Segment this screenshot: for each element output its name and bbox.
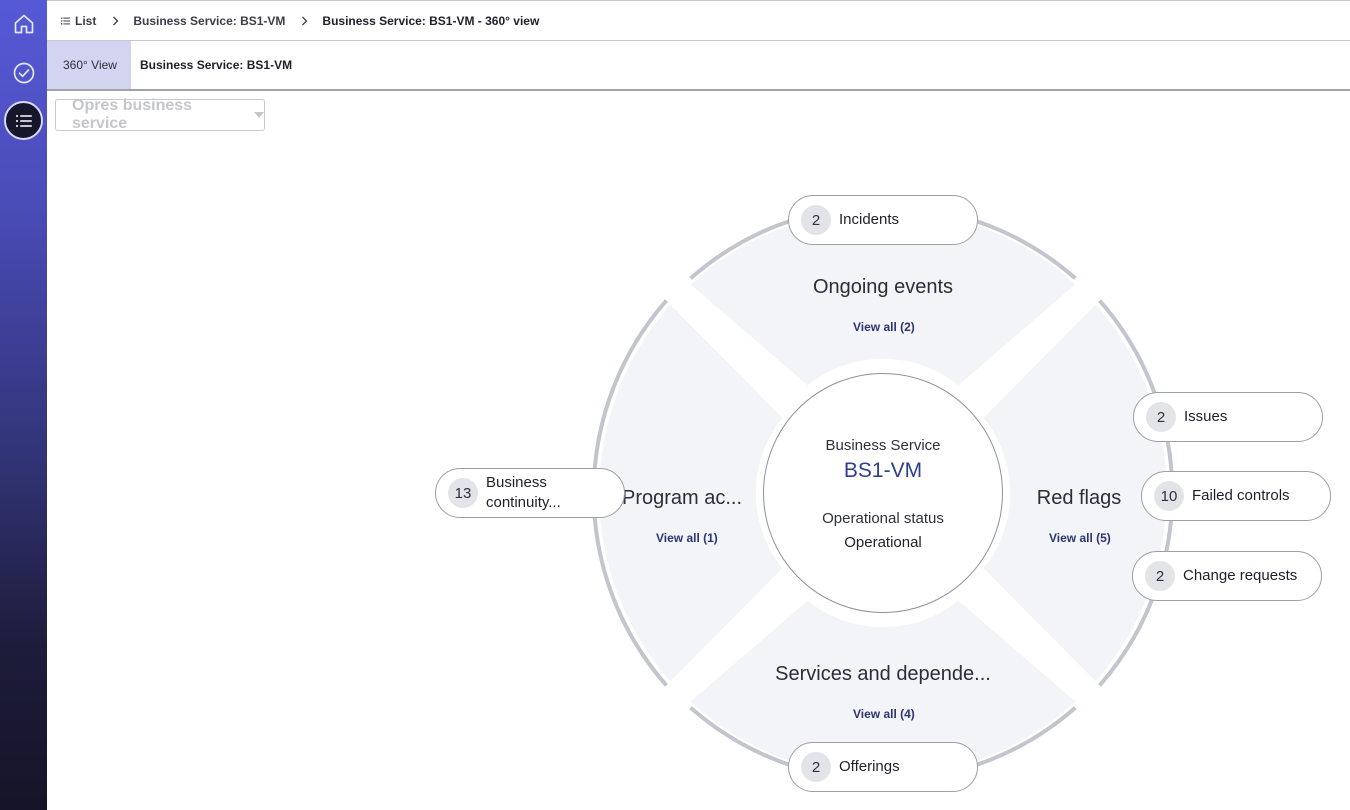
offerings-pill[interactable]: 2 Offerings xyxy=(788,742,978,792)
business-continuity-count: 13 xyxy=(448,478,478,508)
failed-controls-label: Failed controls xyxy=(1192,487,1290,504)
change-requests-count: 2 xyxy=(1145,561,1175,591)
segment-top-view-all-link[interactable]: View all (2) xyxy=(853,320,915,334)
segment-bottom-view-all-link[interactable]: View all (4) xyxy=(853,707,915,721)
hub-service-name: BS1-VM xyxy=(843,459,923,482)
issues-label: Issues xyxy=(1184,408,1228,425)
change-requests-pill[interactable]: 2 Change requests xyxy=(1132,551,1322,601)
service-hub: Business Service BS1-VM Operational stat… xyxy=(763,373,1003,613)
issues-count: 2 xyxy=(1146,402,1176,432)
issues-pill[interactable]: 2 Issues xyxy=(1133,392,1323,442)
business-continuity-pill[interactable]: 13 Business continuity... xyxy=(435,468,625,518)
failed-controls-pill[interactable]: 10 Failed controls xyxy=(1141,471,1331,521)
business-continuity-label: Business continuity... xyxy=(486,474,561,511)
segment-left-view-all-link[interactable]: View all (1) xyxy=(656,531,718,545)
segment-bottom-title: Services and depende... xyxy=(775,663,991,685)
segment-top-title: Ongoing events xyxy=(812,276,954,298)
hub-status-value: Operational xyxy=(844,534,922,551)
incidents-label: Incidents xyxy=(839,211,900,228)
incidents-count: 2 xyxy=(801,205,831,235)
segment-right-title: Red flags xyxy=(1036,487,1122,509)
segment-right-view-all-link[interactable]: View all (5) xyxy=(1049,531,1111,545)
offerings-label: Offerings xyxy=(839,758,900,775)
hub-status-label: Operational status xyxy=(822,510,944,527)
service-360-diagram: Ongoing events View all (2) Red flags Vi… xyxy=(0,0,1350,810)
hub-type-label: Business Service xyxy=(825,437,941,454)
segment-left-title: Program ac... xyxy=(622,487,743,509)
offerings-count: 2 xyxy=(801,752,831,782)
change-requests-label: Change requests xyxy=(1183,567,1298,584)
failed-controls-count: 10 xyxy=(1154,481,1184,511)
incidents-pill[interactable]: 2 Incidents xyxy=(788,195,978,245)
